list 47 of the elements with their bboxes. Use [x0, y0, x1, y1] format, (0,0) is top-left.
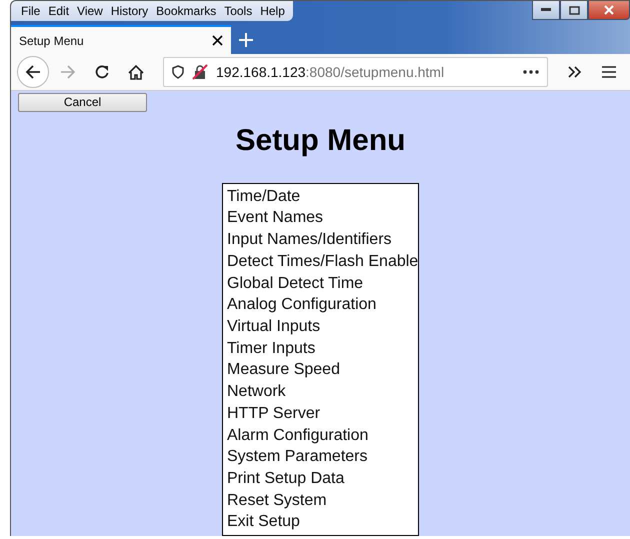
minimize-icon	[541, 8, 551, 12]
maximize-icon	[568, 6, 580, 14]
menu-option[interactable]: Exit Setup	[227, 511, 418, 534]
menu-option[interactable]: Global Detect Time	[227, 272, 418, 294]
reload-icon[interactable]	[95, 65, 109, 80]
menu-option[interactable]: Reset System	[227, 490, 418, 512]
menu-icon[interactable]	[602, 66, 616, 78]
menu-option[interactable]: Detect Times/Flash Enable	[227, 250, 418, 273]
tab-title: Setup Menu	[19, 34, 84, 48]
plus-icon[interactable]	[239, 32, 253, 47]
maximize-button[interactable]	[560, 1, 588, 20]
url-path: :8080/setupmenu.html	[306, 64, 444, 80]
page-heading: Setup Menu	[236, 124, 406, 158]
address-field[interactable]: 192.168.1.123:8080/setupmenu.html	[163, 57, 548, 88]
menu-item[interactable]: Bookmarks	[152, 4, 220, 18]
back-button[interactable]	[17, 56, 49, 88]
menu-option[interactable]: Network	[227, 381, 418, 403]
back-arrow-icon	[25, 65, 41, 80]
minimize-button[interactable]	[532, 1, 560, 20]
menu-item[interactable]: Tools	[220, 4, 256, 18]
close-tab-icon[interactable]	[212, 35, 223, 46]
menu-option[interactable]: Timer Inputs	[227, 338, 418, 360]
menu-item[interactable]: File	[17, 4, 44, 18]
browser-tab[interactable]: Setup Menu	[11, 25, 231, 54]
menu-option[interactable]: Time/Date	[227, 186, 418, 208]
menu-option[interactable]: Virtual Inputs	[227, 316, 418, 338]
menu-option[interactable]: Alarm Configuration	[227, 424, 418, 446]
menu-item[interactable]: View	[73, 4, 107, 18]
close-icon	[604, 5, 614, 15]
menu-option[interactable]: Analog Configuration	[227, 294, 418, 316]
menu-item[interactable]: Help	[256, 4, 289, 18]
menu-option[interactable]: Event Names	[227, 207, 418, 230]
cancel-button[interactable]: Cancel	[18, 92, 147, 112]
menu-option[interactable]: Print Setup Data	[227, 468, 418, 490]
home-icon[interactable]	[128, 64, 144, 80]
menu-option[interactable]: HTTP Server	[227, 402, 418, 424]
chevrons-icon[interactable]	[568, 66, 582, 78]
menu-option[interactable]: Input Names/Identifiers	[227, 229, 418, 251]
insecure-lock-icon	[192, 64, 208, 80]
url-host: 192.168.1.123	[216, 64, 306, 80]
menu-item[interactable]: Edit	[44, 4, 74, 18]
menu-option[interactable]: System Parameters	[227, 446, 418, 468]
menu-item[interactable]: History	[106, 4, 152, 18]
more-icon[interactable]	[523, 70, 539, 74]
close-button[interactable]	[588, 1, 630, 20]
shield-icon	[172, 65, 184, 80]
menu-option[interactable]: Measure Speed	[227, 359, 418, 382]
